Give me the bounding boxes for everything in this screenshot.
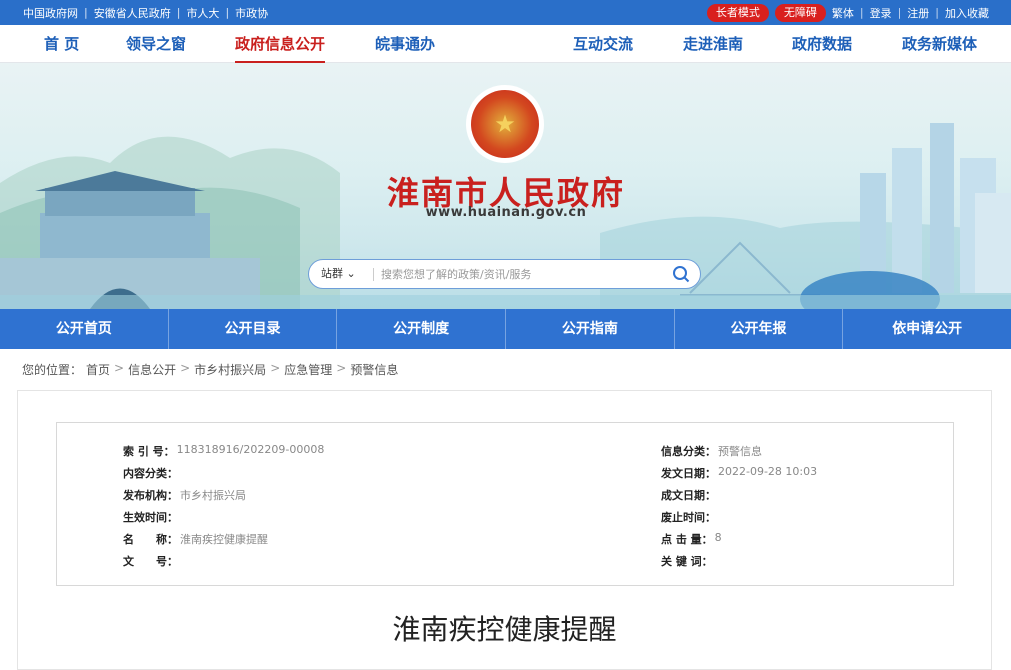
meta-content-category: 内容分类： xyxy=(123,467,178,480)
breadcrumb: 您的位置： 首页 > 信息公开 > 市乡村振兴局 > 应急管理 > 预警信息 xyxy=(22,361,398,378)
nav-gov-data[interactable]: 政府数据 xyxy=(792,25,852,63)
main-nav: 首 页 领导之窗 政府信息公开 皖事通办 互动交流 走进淮南 政府数据 政务新媒… xyxy=(0,25,1011,63)
tab-request-open[interactable]: 依申请公开 xyxy=(843,309,1011,349)
top-bar: 中国政府网 | 安徽省人民政府 | 市人大 | 市政协 长者模式 无障碍 繁体 … xyxy=(0,0,1011,25)
breadcrumb-item-home[interactable]: 首页 xyxy=(86,361,110,378)
register-link[interactable]: 注册 xyxy=(907,5,929,21)
meta-clicks: 点 击 量： 8 xyxy=(661,531,722,546)
tab-open-system[interactable]: 公开制度 xyxy=(337,309,507,349)
divider: | xyxy=(897,6,902,19)
divider xyxy=(373,268,374,281)
nav-new-media[interactable]: 政务新媒体 xyxy=(902,25,977,63)
site-url: www.huainan.gov.cn xyxy=(425,205,587,220)
breadcrumb-item-emergency[interactable]: 应急管理 xyxy=(284,361,332,378)
nav-interaction[interactable]: 互动交流 xyxy=(573,25,633,63)
header-banner: ★ 淮南市人民政府 www.huainan.gov.cn 站群 ⌄ xyxy=(0,63,1011,309)
meta-info-category: 信息分类： 预警信息 xyxy=(661,445,762,458)
search-scope-label: 站群 xyxy=(321,267,343,280)
top-link-zx[interactable]: 市政协 xyxy=(229,5,274,21)
meta-doc-no: 文 号： xyxy=(123,555,178,568)
bookmark-link[interactable]: 加入收藏 xyxy=(945,5,989,21)
meta-effective-time: 生效时间： xyxy=(123,511,178,524)
top-link-rd[interactable]: 市人大 xyxy=(180,5,225,21)
tab-open-annual-report[interactable]: 公开年报 xyxy=(675,309,844,349)
meta-issue-date: 发文日期： 2022-09-28 10:03 xyxy=(661,465,818,480)
breadcrumb-prefix: 您的位置： xyxy=(22,363,83,377)
divider: | xyxy=(225,6,230,19)
chevron-down-icon: ⌄ xyxy=(346,267,356,280)
meta-expire-time: 废止时间： xyxy=(661,511,716,524)
national-emblem-icon: ★ xyxy=(471,90,539,158)
search-scope-select[interactable]: 站群 ⌄ xyxy=(321,260,356,288)
divider: | xyxy=(935,6,939,19)
meta-publisher: 发布机构： 市乡村振兴局 xyxy=(123,489,246,502)
meta-name: 名 称： 淮南疾控健康提醒 xyxy=(123,533,268,546)
meta-index-no: 索 引 号： 118318916/202209-00008 xyxy=(123,443,325,458)
top-links: 中国政府网 | 安徽省人民政府 | 市人大 | 市政协 xyxy=(17,0,274,25)
accessibility-button[interactable]: 无障碍 xyxy=(774,3,826,22)
nav-wanshitong[interactable]: 皖事通办 xyxy=(375,25,435,63)
breadcrumb-item-bureau[interactable]: 市乡村振兴局 xyxy=(194,361,266,378)
breadcrumb-item-warning[interactable]: 预警信息 xyxy=(350,361,398,378)
top-actions: 长者模式 无障碍 繁体 | 登录 | 注册 | 加入收藏 xyxy=(706,0,989,25)
search-bar: 站群 ⌄ xyxy=(308,259,701,289)
nav-leaders[interactable]: 领导之窗 xyxy=(126,25,186,63)
divider: | xyxy=(176,6,181,19)
meta-keywords: 关 键 词： xyxy=(661,555,713,568)
nav-about-huainan[interactable]: 走进淮南 xyxy=(683,25,743,63)
search-input[interactable] xyxy=(381,264,661,284)
breadcrumb-separator: > xyxy=(336,361,347,375)
login-link[interactable]: 登录 xyxy=(870,5,892,21)
search-icon[interactable] xyxy=(672,265,690,283)
breadcrumb-separator: > xyxy=(114,361,125,375)
tab-open-guide[interactable]: 公开指南 xyxy=(506,309,675,349)
elder-mode-button[interactable]: 长者模式 xyxy=(706,3,769,22)
breadcrumb-separator: > xyxy=(270,361,281,375)
traditional-chinese-link[interactable]: 繁体 xyxy=(832,5,854,21)
tab-open-catalog[interactable]: 公开目录 xyxy=(169,309,338,349)
breadcrumb-item-info-open[interactable]: 信息公开 xyxy=(128,361,176,378)
tab-open-home[interactable]: 公开首页 xyxy=(0,309,169,349)
divider: | xyxy=(859,6,864,19)
divider: | xyxy=(84,6,88,19)
document-meta-table: 索 引 号： 118318916/202209-00008 内容分类： 发布机构：… xyxy=(56,422,954,586)
meta-written-date: 成文日期： xyxy=(661,489,716,502)
article-title: 淮南疾控健康提醒 xyxy=(392,613,617,646)
info-open-nav: 公开首页 公开目录 公开制度 公开指南 公开年报 依申请公开 xyxy=(0,309,1011,349)
top-link-gov-cn[interactable]: 中国政府网 xyxy=(17,5,84,21)
nav-home[interactable]: 首 页 xyxy=(44,25,79,63)
breadcrumb-separator: > xyxy=(180,361,191,375)
top-link-anhui[interactable]: 安徽省人民政府 xyxy=(88,5,177,21)
nav-gov-info-open[interactable]: 政府信息公开 xyxy=(235,25,326,63)
